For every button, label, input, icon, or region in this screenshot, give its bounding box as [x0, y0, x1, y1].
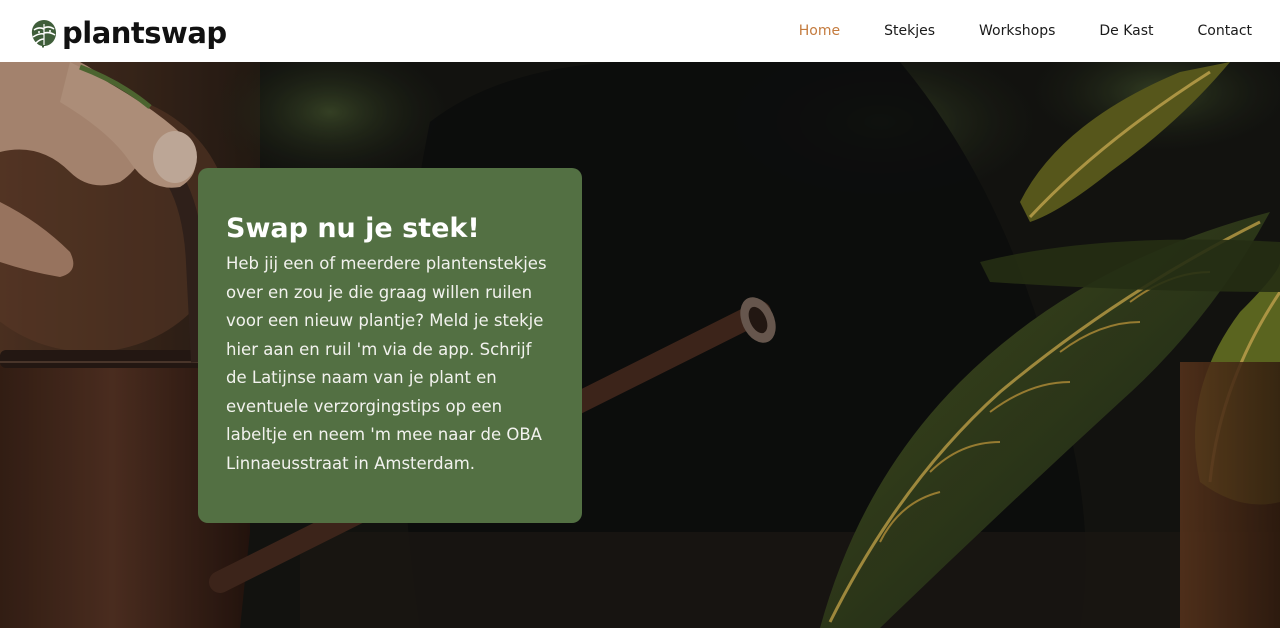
- hero-background-photo: [0, 62, 1280, 628]
- main-nav: Home Stekjes Workshops De Kast Contact: [799, 0, 1252, 62]
- site-header: plantswap Home Stekjes Workshops De Kast…: [0, 0, 1280, 62]
- nav-item-workshops[interactable]: Workshops: [979, 24, 1055, 38]
- brand-name: plantswap: [62, 15, 227, 50]
- nav-item-stekjes[interactable]: Stekjes: [884, 24, 935, 38]
- nav-item-de-kast[interactable]: De Kast: [1099, 24, 1153, 38]
- nav-item-home[interactable]: Home: [799, 24, 840, 38]
- nav-item-contact[interactable]: Contact: [1198, 24, 1252, 38]
- hero-card: Swap nu je stek! Heb jij een of meerdere…: [198, 168, 582, 523]
- monstera-leaf-icon: [31, 20, 56, 48]
- hero-title: Swap nu je stek!: [226, 213, 480, 244]
- logo-link[interactable]: plantswap: [30, 14, 227, 52]
- hero-description: Heb jij een of meerdere plantenstekjes o…: [226, 254, 547, 473]
- hero-section: Swap nu je stek! Heb jij een of meerdere…: [0, 62, 1280, 628]
